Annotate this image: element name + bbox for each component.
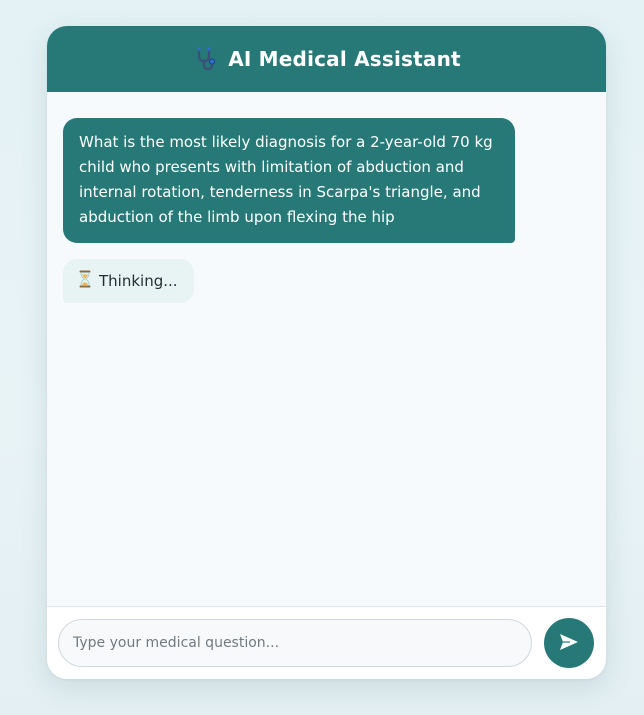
user-message-bubble: What is the most likely diagnosis for a … <box>63 118 515 243</box>
app-title: AI Medical Assistant <box>228 47 461 71</box>
send-arrow-icon <box>559 633 579 654</box>
chat-window: AI Medical Assistant What is the most li… <box>47 26 606 679</box>
assistant-message-bubble: Thinking... <box>63 259 194 303</box>
hourglass-icon <box>79 270 91 292</box>
send-button[interactable] <box>544 618 594 668</box>
stethoscope-icon <box>192 45 220 73</box>
message-list[interactable]: What is the most likely diagnosis for a … <box>47 92 606 606</box>
chat-header: AI Medical Assistant <box>47 26 606 92</box>
input-bar <box>47 606 606 679</box>
user-message-text: What is the most likely diagnosis for a … <box>79 133 493 226</box>
assistant-message-text: Thinking... <box>99 272 178 290</box>
question-input[interactable] <box>58 619 532 667</box>
